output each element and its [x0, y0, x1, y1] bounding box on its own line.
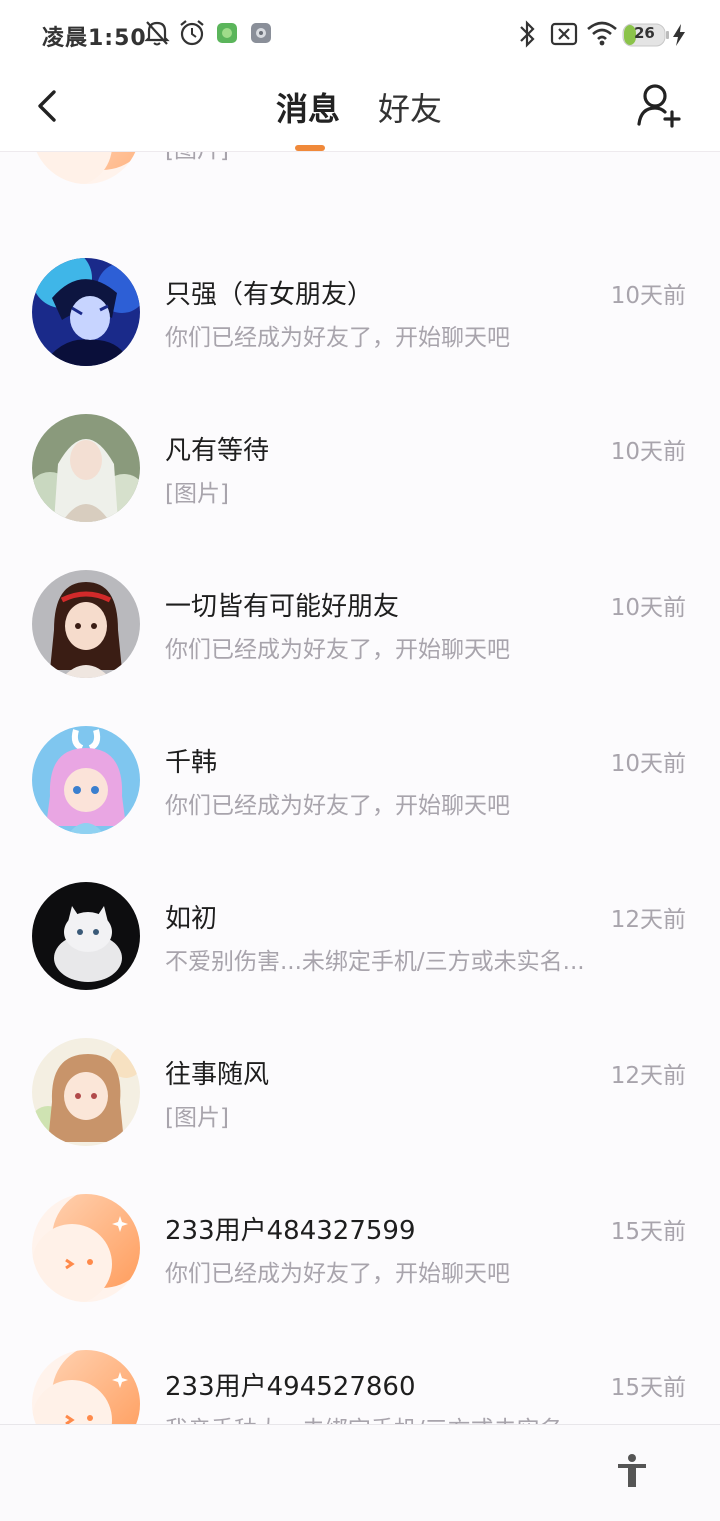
conversation-item[interactable]: 如初 不爱别伤害...未绑定手机/三方或未实名... 12天前: [0, 860, 720, 1016]
avatar: [32, 726, 140, 834]
conversation-last-message: 你们已经成为好友了，开始聊天吧: [165, 793, 510, 819]
status-time: 凌晨1:50: [42, 26, 147, 51]
conversation-item[interactable]: [图片]: [0, 152, 720, 210]
bluetooth-icon: [516, 18, 538, 54]
accessibility-icon: [618, 1454, 646, 1487]
app-notification-icon: [216, 22, 238, 48]
avatar: [32, 258, 140, 366]
tab-indicator: [295, 145, 325, 151]
conversation-item[interactable]: 一切皆有可能好朋友 你们已经成为好友了，开始聊天吧 10天前: [0, 548, 720, 704]
conversation-time: 12天前: [610, 907, 686, 933]
conversation-last-message: 你们已经成为好友了，开始聊天吧: [165, 325, 510, 351]
conversation-item[interactable]: 千韩 你们已经成为好友了，开始聊天吧 10天前: [0, 704, 720, 860]
battery-level: 26: [634, 24, 655, 42]
top-nav-bar: 消息 好友: [0, 70, 720, 152]
conversation-list[interactable]: [图片] 只强（有女朋友） 你们已经成为好友了，开始聊天吧 10天前 凡有等待 …: [0, 152, 720, 1424]
conversation-last-message: [图片]: [165, 152, 229, 164]
chevron-left-icon: [38, 90, 56, 122]
alarm-icon: [178, 18, 206, 52]
conversation-name: 往事随风: [165, 1060, 270, 1090]
conversation-time: 10天前: [610, 283, 686, 309]
bottom-bar: [0, 1424, 720, 1521]
sim-off-icon: [550, 22, 578, 50]
add-friend-button[interactable]: [634, 82, 682, 130]
conversation-last-message: [图片]: [165, 1105, 229, 1131]
avatar: [32, 1038, 140, 1146]
conversation-last-message: 你们已经成为好友了，开始聊天吧: [165, 637, 510, 663]
conversation-time: 15天前: [610, 1375, 686, 1401]
wifi-icon: [586, 18, 618, 52]
avatar: [32, 570, 140, 678]
conversation-name: 233用户484327599: [165, 1216, 416, 1246]
status-bar: 凌晨1:50 26: [0, 0, 720, 70]
battery-icon: 26: [622, 22, 670, 52]
conversation-name: 只强（有女朋友）: [165, 280, 374, 310]
conversation-name: 一切皆有可能好朋友: [165, 592, 400, 622]
tab-messages[interactable]: 消息: [276, 84, 340, 130]
tab-friends[interactable]: 好友: [378, 84, 442, 130]
conversation-item[interactable]: 凡有等待 [图片] 10天前: [0, 392, 720, 548]
avatar: [32, 1194, 140, 1302]
app-notification-icon-2: [250, 22, 272, 48]
avatar: [32, 882, 140, 990]
conversation-name: 千韩: [165, 748, 218, 778]
conversation-item[interactable]: 只强（有女朋友） 你们已经成为好友了，开始聊天吧 10天前: [0, 236, 720, 392]
conversation-last-message: 我亲手种大...未绑定手机/三方或未实名...: [165, 1410, 585, 1424]
bell-muted-icon: [144, 18, 170, 52]
conversation-time: 15天前: [610, 1219, 686, 1245]
charging-icon: [672, 24, 686, 50]
conversation-time: 12天前: [610, 1063, 686, 1089]
conversation-time: 10天前: [610, 439, 686, 465]
add-user-icon: [637, 84, 681, 128]
conversation-name: 233用户494527860: [165, 1372, 416, 1402]
accessibility-button[interactable]: [614, 1453, 650, 1489]
conversation-last-message: [图片]: [165, 481, 229, 507]
avatar: [32, 1350, 140, 1424]
conversation-item[interactable]: 往事随风 [图片] 12天前: [0, 1016, 720, 1172]
conversation-name: 如初: [165, 904, 218, 934]
conversation-time: 10天前: [610, 595, 686, 621]
conversation-time: 10天前: [610, 751, 686, 777]
conversation-item[interactable]: 233用户484327599 你们已经成为好友了，开始聊天吧 15天前: [0, 1172, 720, 1328]
avatar: [32, 152, 140, 184]
conversation-name: 凡有等待: [165, 436, 270, 466]
back-button[interactable]: [30, 86, 70, 126]
conversation-item[interactable]: 233用户494527860 我亲手种大...未绑定手机/三方或未实名... 1…: [0, 1328, 720, 1424]
conversation-last-message: 你们已经成为好友了，开始聊天吧: [165, 1261, 510, 1287]
avatar: [32, 414, 140, 522]
conversation-last-message: 不爱别伤害...未绑定手机/三方或未实名...: [165, 949, 585, 975]
